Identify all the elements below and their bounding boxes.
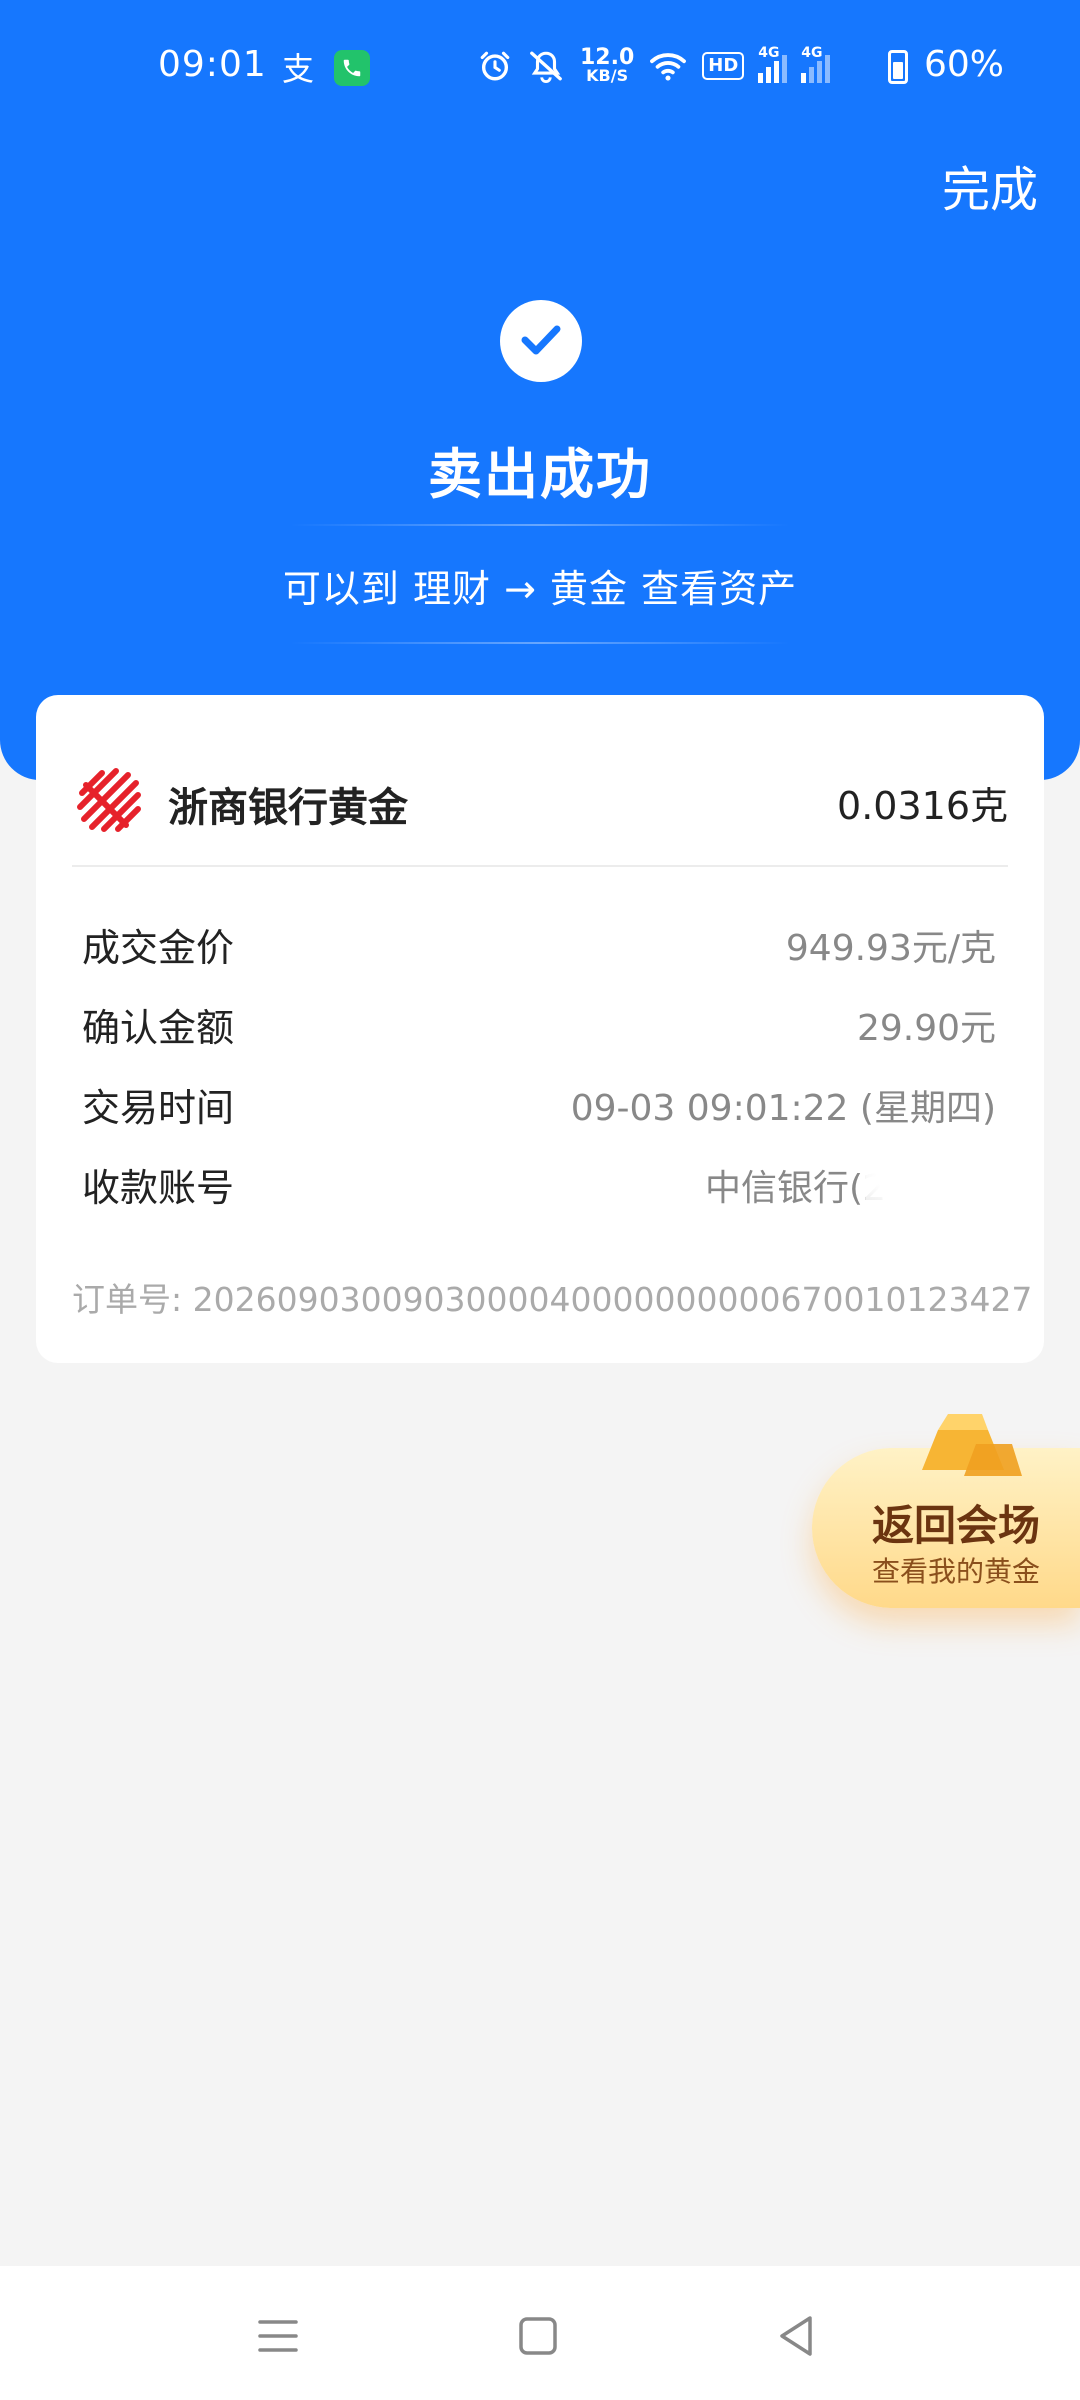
detail-label: 交易时间 bbox=[82, 1086, 235, 1130]
status-time: 09:01 bbox=[158, 44, 267, 85]
hd-icon: HD bbox=[702, 52, 745, 80]
asset-hint-text: 可以到 理财 → 黄金 查看资产 bbox=[282, 567, 798, 611]
success-check-icon bbox=[500, 300, 582, 382]
signal-icon-1: 4G bbox=[758, 45, 788, 83]
bank-logo-icon bbox=[77, 768, 141, 832]
battery-icon bbox=[888, 50, 908, 84]
done-button[interactable]: 完成 bbox=[942, 150, 1038, 220]
detail-label: 收款账号 bbox=[82, 1166, 235, 1210]
trade-detail-card: 浙商银行黄金 0.0316克 成交金价 949.93元/克 确认金额 29.90… bbox=[36, 695, 1044, 1363]
sell-success-page: 09:01 支 12.0 KB/S HD 4G 4G 60% 完成 卖出成功 可… bbox=[0, 0, 1080, 2400]
return-venue-button[interactable]: 返回会场 查看我的黄金 bbox=[812, 1414, 1080, 1608]
gold-bar-icon bbox=[922, 1414, 1022, 1476]
menu-icon[interactable] bbox=[248, 2306, 308, 2366]
alarm-icon bbox=[480, 51, 510, 81]
home-icon[interactable] bbox=[508, 2306, 568, 2366]
mute-icon bbox=[530, 51, 562, 83]
promo-subtitle: 查看我的黄金 bbox=[872, 1555, 1041, 1588]
status-bar: 09:01 支 12.0 KB/S HD 4G 4G 60% bbox=[0, 0, 1080, 130]
detail-row-price: 成交金价 949.93元/克 bbox=[82, 917, 996, 977]
detail-row-time: 交易时间 09-03 09:01:22 (星期四) bbox=[82, 1077, 996, 1137]
network-speed: 12.0 KB/S bbox=[580, 45, 635, 85]
detail-value: 中信银行(2 bbox=[705, 1168, 886, 1209]
title-divider bbox=[290, 524, 790, 526]
gold-amount: 0.0316克 bbox=[837, 784, 1008, 828]
card-divider bbox=[72, 865, 1008, 867]
detail-value: 29.90元 bbox=[856, 1008, 996, 1049]
detail-label: 确认金额 bbox=[82, 1006, 235, 1050]
detail-value: 09-03 09:01:22 (星期四) bbox=[570, 1088, 996, 1129]
detail-row-account: 收款账号 中信银行(2 bbox=[82, 1137, 1036, 1217]
phone-call-icon bbox=[334, 50, 370, 86]
promo-title: 返回会场 bbox=[872, 1501, 1041, 1550]
wifi-icon bbox=[650, 53, 687, 81]
page-title: 卖出成功 bbox=[428, 443, 652, 506]
card-header: 浙商银行黄金 0.0316克 bbox=[36, 695, 1044, 867]
detail-value: 949.93元/克 bbox=[785, 928, 996, 969]
status-icons: 12.0 KB/S HD 4G 4G bbox=[478, 45, 831, 86]
alipay-icon: 支 bbox=[282, 50, 315, 88]
detail-row-amount: 确认金额 29.90元 bbox=[82, 997, 996, 1057]
order-number: 订单号: 20260903009030000400000000006700101… bbox=[72, 1280, 1033, 1319]
back-icon[interactable] bbox=[766, 2306, 826, 2366]
system-nav-bar bbox=[0, 2266, 1080, 2400]
battery-percentage: 60% bbox=[924, 44, 1005, 85]
subtitle-divider bbox=[290, 642, 790, 644]
privacy-mask bbox=[866, 1137, 1036, 1217]
bank-name: 浙商银行黄金 bbox=[168, 785, 408, 831]
signal-icon-2: 4G bbox=[801, 45, 831, 83]
detail-label: 成交金价 bbox=[82, 926, 235, 970]
